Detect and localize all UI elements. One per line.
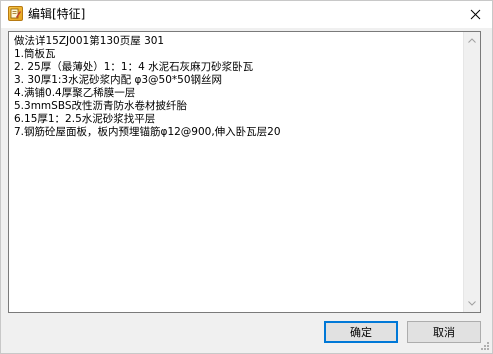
- text-line: 7.钢筋砼屋面板，板内预埋锚筋φ12@900,伸入卧瓦层20: [14, 126, 281, 138]
- scroll-down-button[interactable]: [464, 295, 480, 312]
- text-line: 4.满铺0.4厚聚乙稀膜一层: [14, 87, 136, 99]
- text-line: 6.15厚1：2.5水泥砂浆找平层: [14, 113, 156, 125]
- scroll-up-button[interactable]: [464, 32, 480, 49]
- chevron-down-icon: [468, 301, 476, 306]
- ok-button[interactable]: 确定: [324, 321, 398, 343]
- edit-dialog: 编辑[特征] 做法详15ZJ001第130页屋 301 1.筒板瓦 2. 25厚…: [0, 0, 493, 354]
- close-icon: [470, 9, 480, 19]
- text-line: 2. 25厚（最薄处）1：1：4 水泥石灰麻刀砂浆卧瓦: [14, 61, 254, 73]
- chevron-up-icon: [468, 38, 476, 43]
- close-button[interactable]: [462, 3, 488, 25]
- text-line: 5.3mmSBS改性沥青防水卷材披纤胎: [14, 100, 188, 112]
- vertical-scrollbar[interactable]: [463, 32, 480, 312]
- text-line: 做法详15ZJ001第130页屋 301: [14, 35, 165, 47]
- feature-text-content: 做法详15ZJ001第130页屋 301 1.筒板瓦 2. 25厚（最薄处）1：…: [14, 35, 458, 139]
- text-line: 1.筒板瓦: [14, 48, 56, 60]
- title-bar[interactable]: 编辑[特征]: [1, 1, 492, 28]
- text-line: 3. 30厚1:3水泥砂浆内配 φ3@50*50钢丝网: [14, 74, 223, 86]
- edit-note-icon: [8, 6, 23, 21]
- feature-text-area[interactable]: 做法详15ZJ001第130页屋 301 1.筒板瓦 2. 25厚（最薄处）1：…: [8, 31, 481, 313]
- cancel-button[interactable]: 取消: [407, 321, 481, 343]
- window-title: 编辑[特征]: [28, 7, 86, 21]
- resize-grip-icon[interactable]: [479, 340, 489, 350]
